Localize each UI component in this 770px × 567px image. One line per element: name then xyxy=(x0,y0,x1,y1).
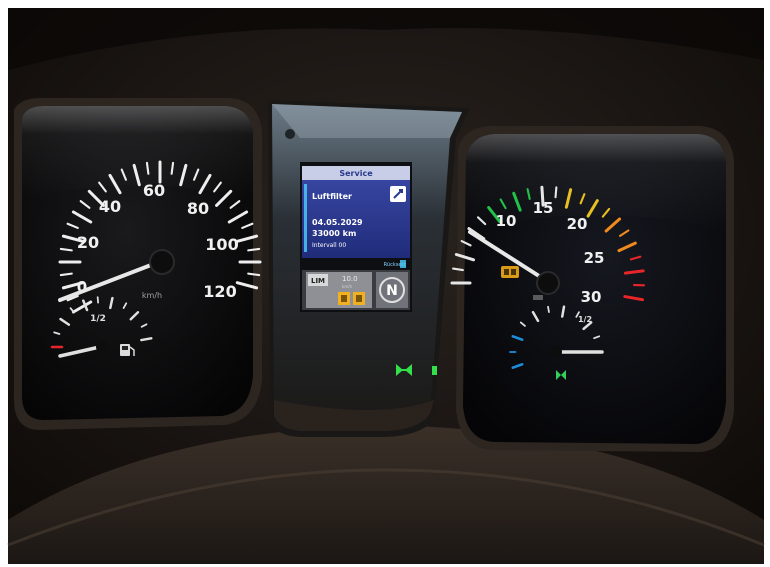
tachometer-cluster: 10 15 20 25 30 1/2 xyxy=(450,126,734,452)
speed-label-60: 60 xyxy=(143,181,165,200)
gear-indicator: N xyxy=(386,283,398,299)
rpm-label-20: 20 xyxy=(567,215,588,233)
tempTicks-tick xyxy=(561,305,566,318)
service-tool-icon xyxy=(390,186,406,202)
speedTicks-tick xyxy=(247,272,261,277)
speed-label-80: 80 xyxy=(187,199,209,218)
green-dot-icon xyxy=(432,366,437,375)
fuel-half-label: 1/2 xyxy=(90,314,106,324)
speed-label-40: 40 xyxy=(99,197,121,216)
speedTicks-tick xyxy=(59,272,73,277)
center-screen: Service Luftfilter 04.05.2029 33000 km I… xyxy=(300,162,412,312)
speedTicks-tick xyxy=(247,247,261,252)
tempTicks-tick xyxy=(547,305,550,313)
speed-unit: km/h xyxy=(142,291,162,300)
engine-warning-icon xyxy=(501,266,519,278)
service-date: 04.05.2029 xyxy=(312,218,363,227)
speed-label-20: 20 xyxy=(77,233,99,252)
rpm-label-10: 10 xyxy=(496,212,517,230)
speedTicks-tick xyxy=(59,247,73,252)
rpmTicks-tick xyxy=(452,267,464,272)
rpm-label-15: 15 xyxy=(533,199,554,217)
rpm-label-25: 25 xyxy=(584,249,605,267)
speed-needle-hub xyxy=(149,249,175,275)
speedTicks-tick xyxy=(145,161,150,175)
fuelTicks-tick xyxy=(140,337,153,342)
sensor-dot xyxy=(285,129,295,139)
speedometer-cluster: 0 20 40 60 80 100 120 km/h 1/2 xyxy=(14,98,262,430)
fuel-needle-hub xyxy=(96,341,108,353)
speed-label-100: 100 xyxy=(205,235,238,254)
rpm-needle-hub xyxy=(536,271,560,295)
dashboard-photo: 0 20 40 60 80 100 120 km/h 1/2 10 15 20 … xyxy=(0,0,770,567)
speed-label-120: 120 xyxy=(203,282,236,301)
temperature-needle-hub xyxy=(550,346,562,358)
speedTicks-tick xyxy=(170,161,175,175)
limiter-unit: km/h xyxy=(342,284,353,289)
service-header: Service xyxy=(339,169,373,178)
service-interval: Intervall 00 xyxy=(312,242,346,249)
rpmTicks-tick xyxy=(554,186,558,199)
small-indicator-icon xyxy=(533,295,543,300)
limiter-label: LIM xyxy=(311,277,325,285)
temp-half-label: 1/2 xyxy=(578,315,592,324)
rpm-label-30: 30 xyxy=(581,288,602,306)
service-km: 33000 km xyxy=(312,229,356,238)
service-title: Luftfilter xyxy=(312,192,352,201)
limiter-value: 10.0 xyxy=(342,275,358,283)
